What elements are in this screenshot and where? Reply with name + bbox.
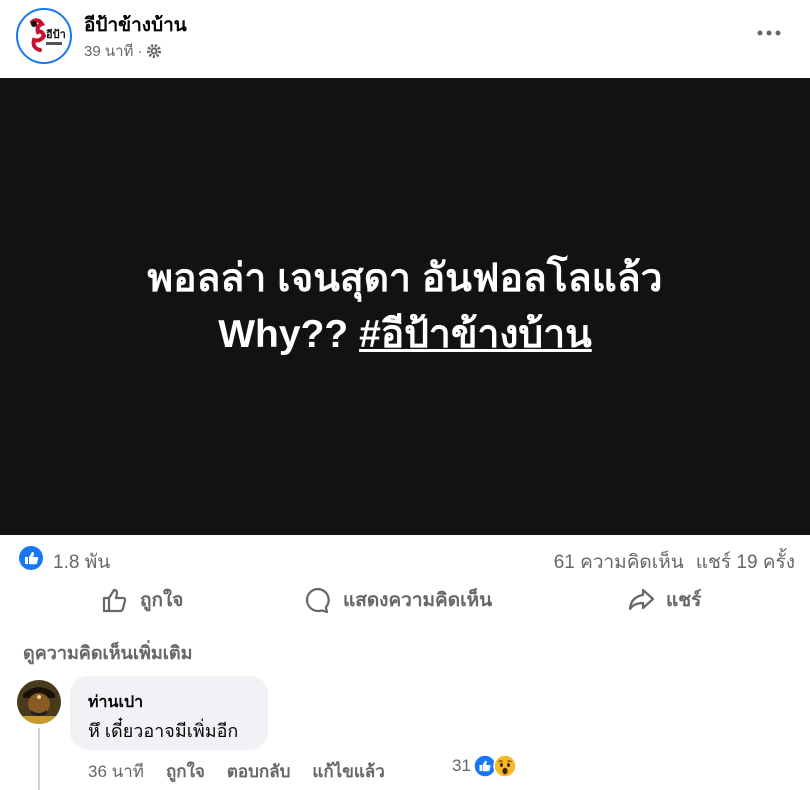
media-text-why: Why?? bbox=[218, 312, 349, 356]
post-media[interactable]: พอลล่า เจนสุดา อันฟอลโลแล้ว Why?? #อีป้า… bbox=[0, 78, 810, 535]
like-button-label: ถูกใจ bbox=[140, 590, 184, 611]
wow-reaction-icon bbox=[493, 754, 517, 778]
like-reaction-icon[interactable] bbox=[18, 545, 44, 571]
meta-separator: · bbox=[137, 42, 143, 60]
media-text-line-2: Why?? #อีป้าข้างบ้าน bbox=[218, 307, 592, 363]
ellipsis-icon bbox=[757, 30, 781, 36]
comment-reaction-count: 31 bbox=[452, 756, 471, 775]
commenter-avatar-image bbox=[17, 680, 61, 724]
action-bar: ถูกใจ แสดงความคิดเห็น แชร์ bbox=[0, 580, 810, 622]
page-name[interactable]: อีป้าข้างบ้าน bbox=[84, 10, 187, 40]
hashtag-link[interactable]: #อีป้าข้างบ้าน bbox=[359, 313, 592, 356]
page-avatar[interactable]: อีป้า bbox=[16, 8, 72, 64]
svg-text:อีป้า: อีป้า bbox=[46, 28, 66, 41]
share-arrow-icon bbox=[628, 588, 655, 611]
comment-edited-label[interactable]: แก้ไขแล้ว bbox=[312, 758, 384, 785]
gear-icon bbox=[147, 44, 162, 58]
commenter-avatar[interactable] bbox=[17, 680, 61, 724]
more-options-button[interactable] bbox=[754, 18, 784, 48]
view-more-comments-link[interactable]: ดูความคิดเห็นเพิ่มเติม bbox=[23, 638, 192, 667]
media-text-line-1: พอลล่า เจนสุดา อันฟอลโลแล้ว bbox=[147, 256, 663, 300]
comment-bubble: ท่านเปา หึ เดี๋ยวอาจมีเพิ่มอีก bbox=[70, 676, 268, 750]
like-button[interactable]: ถูกใจ bbox=[100, 580, 183, 620]
comment-meta: 36 นาที ถูกใจ ตอบกลับ แก้ไขแล้ว bbox=[88, 758, 407, 785]
post-meta: 39 นาที · bbox=[84, 39, 162, 63]
page-logo: อีป้า bbox=[21, 13, 67, 59]
comment-reply-button[interactable]: ตอบกลับ bbox=[227, 758, 291, 785]
stats-right: 61 ความคิดเห็น แชร์ 19 ครั้ง bbox=[554, 547, 795, 577]
post-header: อีป้า อีป้าข้างบ้าน 39 นาที · bbox=[0, 0, 810, 78]
post-stats: 1.8 พัน 61 ความคิดเห็น แชร์ 19 ครั้ง bbox=[0, 535, 810, 581]
share-button-label: แชร์ bbox=[666, 590, 702, 611]
post-time[interactable]: 39 นาที bbox=[84, 39, 133, 63]
comment-bubble-icon bbox=[305, 587, 330, 614]
comment-text: หึ เดี๋ยวอาจมีเพิ่มอีก bbox=[88, 721, 239, 741]
comment-thread-line bbox=[38, 728, 40, 790]
share-count[interactable]: แชร์ 19 ครั้ง bbox=[696, 547, 795, 577]
comment-button-label: แสดงความคิดเห็น bbox=[343, 590, 493, 611]
comment-reactions[interactable]: 31 bbox=[452, 754, 517, 778]
comment-author[interactable]: ท่านเปา bbox=[88, 690, 143, 715]
comment-button[interactable]: แสดงความคิดเห็น bbox=[303, 580, 492, 620]
comment-count[interactable]: 61 ความคิดเห็น bbox=[554, 547, 684, 577]
thumbs-up-icon bbox=[102, 588, 127, 613]
comment-like-button[interactable]: ถูกใจ bbox=[166, 758, 205, 785]
share-button[interactable]: แชร์ bbox=[626, 580, 701, 620]
comment-time[interactable]: 36 นาที bbox=[88, 758, 144, 785]
like-count[interactable]: 1.8 พัน bbox=[53, 547, 110, 577]
